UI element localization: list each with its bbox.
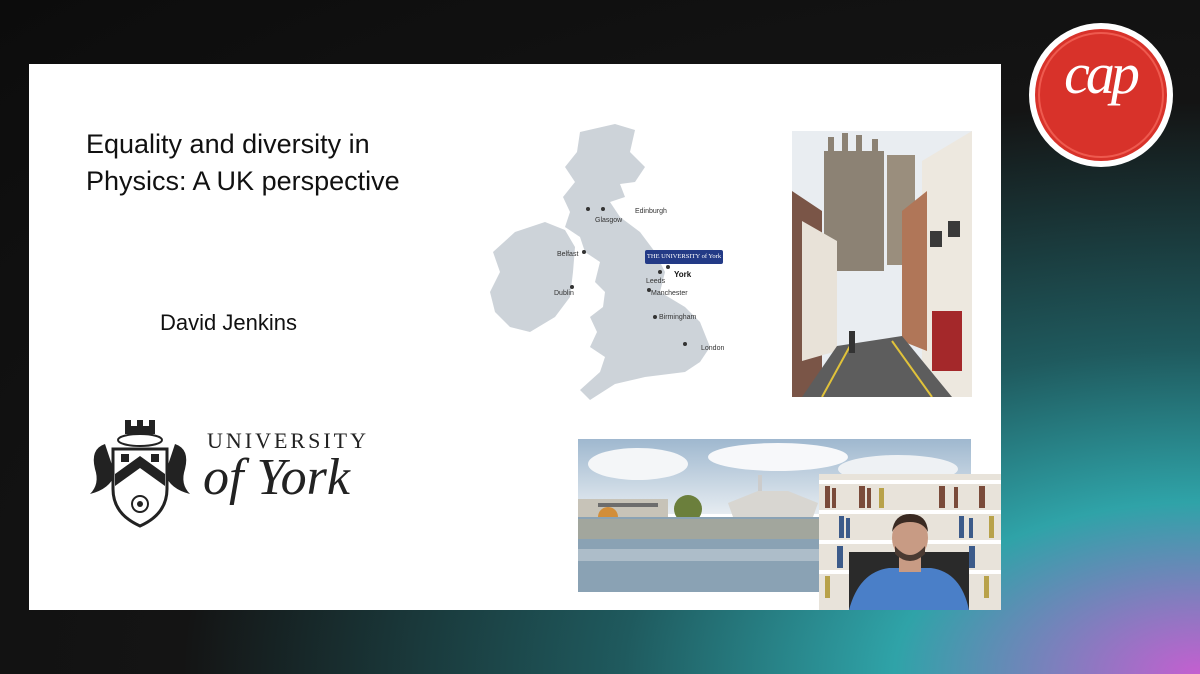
uk-ireland-map bbox=[490, 124, 710, 400]
city-label-glasgow: Glasgow bbox=[595, 217, 623, 224]
coat-of-arms-icon bbox=[90, 420, 190, 528]
slide-author: David Jenkins bbox=[160, 310, 297, 335]
city-label-edinburgh: Edinburgh bbox=[635, 208, 667, 215]
logo-of-york-text: of York bbox=[203, 449, 350, 506]
city-label-manchester: Manchester bbox=[651, 290, 688, 297]
university-of-york-map-badge: THE UNIVERSITY of York bbox=[645, 250, 723, 264]
city-label-leeds: Leeds bbox=[646, 278, 666, 285]
city-label-belfast: Belfast bbox=[557, 251, 579, 258]
slide-title: Equality and diversity in Physics: A UK … bbox=[86, 129, 400, 196]
york-street-photo bbox=[792, 131, 972, 397]
city-label-dublin: Dublin bbox=[554, 290, 574, 297]
cap-logo-text: cap bbox=[1064, 41, 1140, 106]
city-label-birmingham: Birmingham bbox=[659, 314, 697, 321]
university-of-york-logo: UNIVERSITY of York bbox=[85, 414, 395, 534]
city-label-london: London bbox=[701, 345, 725, 352]
speaker-webcam-feed bbox=[819, 474, 1001, 610]
city-label-york: York bbox=[674, 270, 692, 279]
